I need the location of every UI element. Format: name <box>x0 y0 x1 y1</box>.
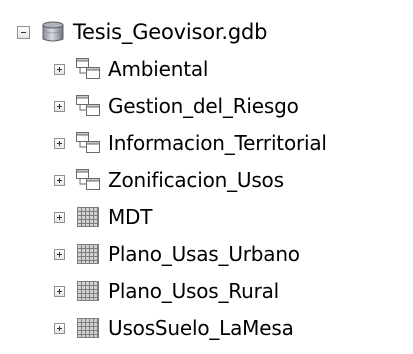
geodatabase-icon <box>40 20 66 44</box>
expand-toggle[interactable] <box>54 211 65 223</box>
feature-dataset-icon <box>75 94 101 118</box>
expand-toggle[interactable] <box>54 100 65 112</box>
tree-node-label: Informacion_Territorial <box>108 131 327 155</box>
raster-dataset-icon <box>75 279 101 303</box>
expand-toggle[interactable] <box>54 174 65 186</box>
raster-dataset-icon <box>75 316 101 340</box>
tree-node-ambiental[interactable]: Ambiental <box>54 51 208 87</box>
collapse-toggle[interactable] <box>17 25 30 39</box>
tree-node-usossuelo-lamesa[interactable]: UsosSuelo_LaMesa <box>54 310 294 346</box>
tree-node-plano-usas-urbano[interactable]: Plano_Usas_Urbano <box>54 236 300 272</box>
feature-dataset-icon <box>75 131 101 155</box>
expand-toggle[interactable] <box>54 285 65 297</box>
tree-node-geodatabase[interactable]: Tesis_Geovisor.gdb <box>17 14 267 50</box>
raster-dataset-icon <box>75 205 101 229</box>
tree-node-label: MDT <box>108 205 153 229</box>
tree-node-label: Plano_Usas_Urbano <box>108 242 300 266</box>
expand-toggle[interactable] <box>54 248 65 260</box>
raster-dataset-icon <box>75 242 101 266</box>
expand-toggle[interactable] <box>54 322 65 334</box>
tree-node-zonificacion-usos[interactable]: Zonificacion_Usos <box>54 162 284 198</box>
tree-node-label: Zonificacion_Usos <box>108 168 284 192</box>
tree-node-mdt[interactable]: MDT <box>54 199 152 235</box>
tree-node-label: Gestion_del_Riesgo <box>108 94 299 118</box>
tree-node-label: UsosSuelo_LaMesa <box>108 316 294 340</box>
tree-node-label: Plano_Usos_Rural <box>108 279 280 303</box>
tree-node-plano-usos-rural[interactable]: Plano_Usos_Rural <box>54 273 279 309</box>
catalog-tree: Tesis_Geovisor.gdb Ambiental Gestion_del… <box>0 0 413 354</box>
tree-node-label: Ambiental <box>108 57 209 81</box>
expand-toggle[interactable] <box>54 137 65 149</box>
tree-node-gestion-del-riesgo[interactable]: Gestion_del_Riesgo <box>54 88 299 124</box>
tree-node-informacion-territorial[interactable]: Informacion_Territorial <box>54 125 327 161</box>
feature-dataset-icon <box>75 168 101 192</box>
feature-dataset-icon <box>75 57 101 81</box>
tree-node-label: Tesis_Geovisor.gdb <box>73 20 268 44</box>
expand-toggle[interactable] <box>54 63 65 75</box>
